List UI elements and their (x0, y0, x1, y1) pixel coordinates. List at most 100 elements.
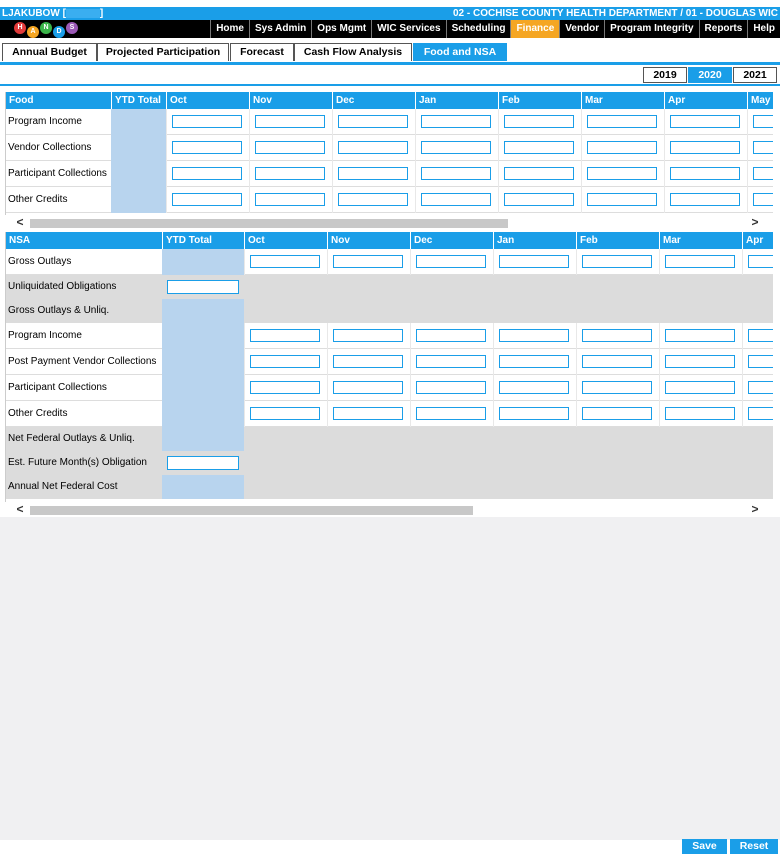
month-amount-input[interactable] (753, 141, 773, 154)
month-amount-input[interactable] (250, 381, 320, 394)
month-amount-input[interactable] (421, 193, 491, 206)
month-amount-input[interactable] (582, 255, 652, 268)
month-amount-input[interactable] (504, 141, 574, 154)
month-amount-input[interactable] (670, 115, 740, 128)
month-amount-input[interactable] (582, 329, 652, 342)
month-amount-input[interactable] (416, 255, 486, 268)
year-2020[interactable]: 2020 (688, 67, 732, 83)
month-amount-input[interactable] (421, 141, 491, 154)
month-amount-input[interactable] (255, 193, 325, 206)
month-amount-input[interactable] (665, 329, 735, 342)
nav-program-integrity[interactable]: Program Integrity (604, 20, 698, 38)
month-amount-input[interactable] (582, 407, 652, 420)
month-amount-input[interactable] (665, 355, 735, 368)
month-amount-input[interactable] (172, 167, 242, 180)
tab-projected-participation[interactable]: Projected Participation (97, 43, 229, 61)
nav-sys-admin[interactable]: Sys Admin (248, 20, 311, 38)
scroll-right-icon[interactable]: > (748, 502, 762, 516)
nsa-grid-scrollbar[interactable]: < > (5, 502, 772, 516)
month-amount-input[interactable] (587, 141, 657, 154)
month-amount-input[interactable] (753, 193, 773, 206)
month-amount-input[interactable] (753, 167, 773, 180)
month-amount-input[interactable] (499, 329, 569, 342)
nav-reports[interactable]: Reports (698, 20, 748, 38)
month-amount-input[interactable] (670, 167, 740, 180)
month-amount-input[interactable] (499, 381, 569, 394)
nav-help[interactable]: Help (747, 20, 780, 38)
month-amount-input[interactable] (421, 115, 491, 128)
month-amount-input[interactable] (333, 355, 403, 368)
tab-forecast[interactable]: Forecast (230, 43, 294, 61)
month-amount-input[interactable] (665, 255, 735, 268)
scroll-thumb[interactable] (30, 219, 508, 228)
month-amount-input[interactable] (499, 255, 569, 268)
month-amount-input[interactable] (172, 115, 242, 128)
month-amount-input[interactable] (499, 407, 569, 420)
scroll-thumb[interactable] (30, 506, 473, 515)
month-amount-input[interactable] (499, 355, 569, 368)
save-button[interactable]: Save (682, 839, 727, 854)
month-amount-input[interactable] (333, 255, 403, 268)
month-amount-input[interactable] (582, 355, 652, 368)
month-amount-input[interactable] (250, 355, 320, 368)
nav-wic-services[interactable]: WIC Services (371, 20, 445, 38)
tab-food-and-nsa[interactable]: Food and NSA (413, 43, 507, 61)
month-amount-input[interactable] (338, 141, 408, 154)
month-amount-input[interactable] (255, 115, 325, 128)
month-amount-input[interactable] (338, 115, 408, 128)
month-amount-input[interactable] (416, 355, 486, 368)
tab-annual-budget[interactable]: Annual Budget (2, 43, 97, 61)
nav-finance[interactable]: Finance (510, 20, 560, 38)
month-amount-input[interactable] (748, 381, 773, 394)
column-header-month: Nov (327, 232, 410, 249)
month-amount-input[interactable] (255, 141, 325, 154)
month-amount-input[interactable] (753, 115, 773, 128)
ytd-amount-input[interactable] (167, 280, 239, 294)
scroll-left-icon[interactable]: < (13, 502, 27, 516)
month-amount-input[interactable] (421, 167, 491, 180)
month-amount-input[interactable] (748, 407, 773, 420)
empty-content-area (0, 517, 780, 840)
month-amount-input[interactable] (250, 407, 320, 420)
month-amount-input[interactable] (172, 141, 242, 154)
scroll-right-icon[interactable]: > (748, 215, 762, 229)
nav-ops-mgmt[interactable]: Ops Mgmt (311, 20, 371, 38)
month-cell (747, 135, 773, 161)
month-amount-input[interactable] (748, 329, 773, 342)
month-amount-input[interactable] (665, 407, 735, 420)
year-2019[interactable]: 2019 (643, 67, 687, 83)
tab-cash-flow-analysis[interactable]: Cash Flow Analysis (294, 43, 412, 61)
month-amount-input[interactable] (587, 193, 657, 206)
month-amount-input[interactable] (250, 329, 320, 342)
month-amount-input[interactable] (587, 167, 657, 180)
year-2021[interactable]: 2021 (733, 67, 777, 83)
nav-vendor[interactable]: Vendor (559, 20, 604, 38)
month-amount-input[interactable] (333, 407, 403, 420)
month-amount-input[interactable] (665, 381, 735, 394)
month-amount-input[interactable] (338, 167, 408, 180)
month-amount-input[interactable] (250, 255, 320, 268)
month-amount-input[interactable] (416, 381, 486, 394)
month-amount-input[interactable] (416, 329, 486, 342)
reset-button[interactable]: Reset (730, 839, 778, 854)
month-amount-input[interactable] (504, 167, 574, 180)
month-amount-input[interactable] (338, 193, 408, 206)
month-amount-input[interactable] (504, 193, 574, 206)
month-amount-input[interactable] (582, 381, 652, 394)
month-amount-input[interactable] (416, 407, 486, 420)
month-amount-input[interactable] (587, 115, 657, 128)
nav-scheduling[interactable]: Scheduling (445, 20, 511, 38)
scroll-left-icon[interactable]: < (13, 215, 27, 229)
month-amount-input[interactable] (172, 193, 242, 206)
month-amount-input[interactable] (670, 141, 740, 154)
month-amount-input[interactable] (333, 381, 403, 394)
ytd-amount-input[interactable] (167, 456, 239, 470)
nav-home[interactable]: Home (210, 20, 249, 38)
month-amount-input[interactable] (670, 193, 740, 206)
month-amount-input[interactable] (255, 167, 325, 180)
month-amount-input[interactable] (748, 255, 773, 268)
month-amount-input[interactable] (748, 355, 773, 368)
month-amount-input[interactable] (333, 329, 403, 342)
food-grid-scrollbar[interactable]: < > (5, 215, 772, 229)
month-amount-input[interactable] (504, 115, 574, 128)
